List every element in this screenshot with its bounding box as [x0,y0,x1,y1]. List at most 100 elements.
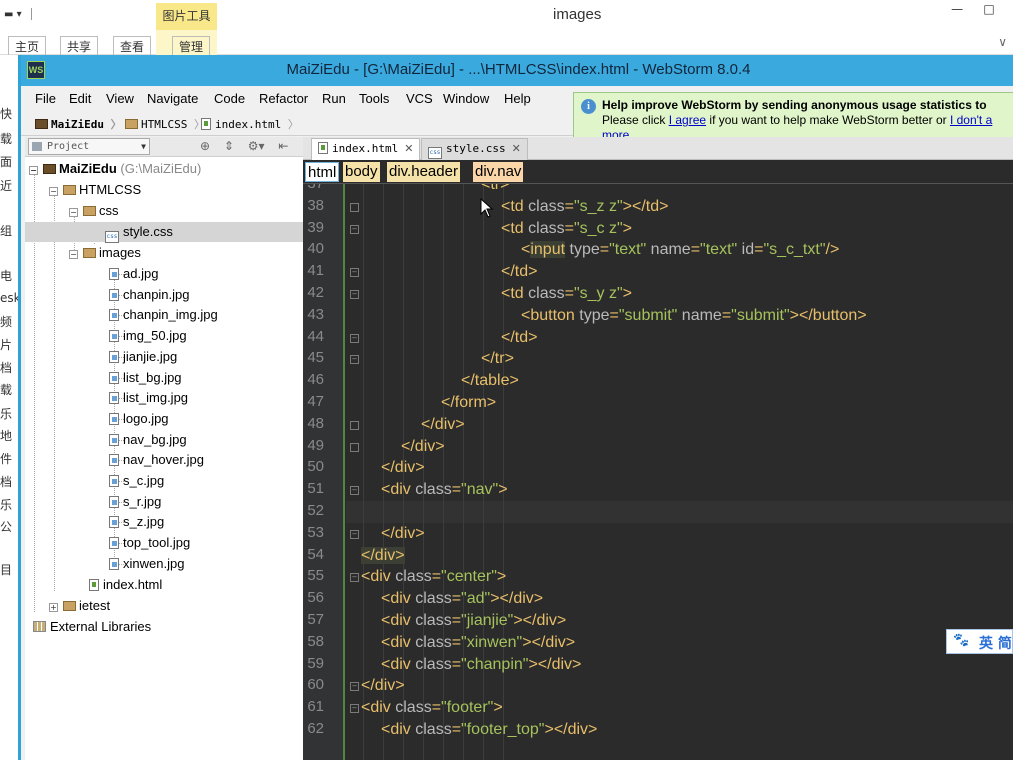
project-view-selector[interactable]: Project ▼ [28,138,150,155]
minimize-icon[interactable]: — [943,2,971,16]
code-line[interactable]: <input type="text" name="text" id="s_c_t… [521,239,839,261]
code-line[interactable]: <div class="footer_top"></div> [381,719,597,741]
tree-file-image[interactable]: chanpin_img.jpg [109,305,218,325]
tree-file-image[interactable]: top_tool.jpg [109,533,190,553]
tree-file-image[interactable]: img_50.jpg [109,326,187,346]
menu-run[interactable]: Run [322,91,346,106]
code-line[interactable]: </div> [381,523,425,545]
fold-marker-icon[interactable]: − [350,682,359,692]
explorer-nav-item[interactable]: esk [0,291,18,305]
code-line[interactable]: <td class="s_z z"></td> [501,196,668,218]
explorer-nav-item[interactable]: 片 [0,336,12,353]
menu-code[interactable]: Code [214,91,245,106]
code-line[interactable]: <td class="s_y z"> [501,283,632,305]
menu-edit[interactable]: Edit [69,91,91,106]
explorer-nav-item[interactable]: 乐 [0,496,12,513]
menu-navigate[interactable]: Navigate [147,91,198,106]
collapse-toggle-icon[interactable]: − [29,166,38,175]
close-tab-icon[interactable]: ✕ [404,142,413,155]
fold-marker-icon[interactable]: − [350,355,359,365]
code-line[interactable]: </div> [361,675,405,697]
explorer-window-buttons[interactable]: — □ [943,2,1003,16]
tree-file-image[interactable]: list_bg.jpg [109,368,182,388]
code-line[interactable]: </div> [361,545,405,567]
scroll-from-source-icon[interactable]: ⊕ [200,139,210,153]
breadcrumb-div-nav[interactable]: div.nav [473,162,524,182]
expand-toggle-icon[interactable]: + [49,603,58,612]
explorer-nav-item[interactable]: 目 [0,561,12,578]
menu-help[interactable]: Help [504,91,531,106]
code-line[interactable]: </td> [501,261,537,283]
explorer-nav-item[interactable]: 地 [0,427,12,444]
tree-file-image[interactable]: chanpin.jpg [109,285,190,305]
code-line[interactable]: </tr> [481,348,514,370]
menu-tools[interactable]: Tools [359,91,389,106]
ime-status-bar[interactable]: 🐾 英 简 [946,629,1013,654]
tree-file-image[interactable]: s_r.jpg [109,492,161,512]
fold-marker-icon[interactable]: − [350,290,359,299]
menu-vcs[interactable]: VCS [406,91,433,106]
tree-external-libraries[interactable]: External Libraries [33,617,151,637]
explorer-nav-item[interactable]: 面 [0,153,12,170]
fold-marker-icon[interactable]: − [350,529,359,539]
explorer-nav-item[interactable]: 近 [0,177,12,194]
tree-file-image[interactable]: ad.jpg [109,264,158,284]
explorer-nav-item[interactable]: 电 [0,267,12,284]
collapse-all-icon[interactable]: ⇕ [224,139,234,153]
code-line[interactable]: <td class="s_c z"> [501,218,632,240]
code-line[interactable]: <div class="jianjie"></div> [381,610,566,632]
collapse-toggle-icon[interactable]: − [49,187,58,196]
breadcrumb-body[interactable]: body [343,162,380,182]
explorer-nav-item[interactable]: 载 [0,381,12,398]
code-line[interactable]: </td> [501,327,537,349]
menu-window[interactable]: Window [443,91,489,106]
quick-access-dropdown-icon[interactable]: ▾ [17,9,22,20]
explorer-nav-item[interactable]: 乐 [0,405,12,422]
code-line[interactable]: <div class="nav"> [381,479,508,501]
tree-folder-ietest[interactable]: + ietest [49,596,110,616]
dont-agree-link[interactable]: I don't a [950,113,992,127]
code-line[interactable]: <div class="chanpin"></div> [381,654,581,676]
breadcrumb-html[interactable]: html [305,162,340,182]
restore-icon[interactable]: □ [975,2,1003,16]
close-tab-icon[interactable]: ✕ [512,142,521,155]
fold-marker-icon[interactable]: − [350,573,359,583]
quick-access-folder-icon[interactable]: ▬ [4,9,13,20]
tree-file-image[interactable]: nav_hover.jpg [109,450,204,470]
code-line[interactable]: <tr> [481,184,509,196]
tree-folder-css[interactable]: − css [69,201,119,221]
explorer-nav-item[interactable]: 组 [0,222,12,239]
fold-marker-icon[interactable] [350,442,359,452]
fold-marker-icon[interactable] [350,202,359,212]
code-line[interactable]: <div class="footer"> [361,697,503,719]
fold-marker-icon[interactable]: − [350,268,359,278]
tab-index-html[interactable]: index.html ✕ [311,138,421,160]
ribbon-expand-icon[interactable]: ∨ [998,35,1007,49]
code-line[interactable]: </div> [381,457,425,479]
explorer-nav-item[interactable]: 载 [0,130,12,147]
settings-gear-icon[interactable]: ⚙▾ [248,139,265,153]
code-line[interactable]: </div> [401,436,445,458]
fold-marker-icon[interactable]: − [350,704,359,714]
tree-file-style-css[interactable]: css style.css [25,222,303,243]
menu-view[interactable]: View [106,91,134,106]
explorer-nav-item[interactable]: 档 [0,359,12,376]
code-line[interactable]: </div> [421,414,465,436]
code-line[interactable]: <div class="center"> [361,566,506,588]
nav-crumb-index[interactable]: index.html 〉 [201,116,299,132]
code-line[interactable]: </form> [441,392,496,414]
collapse-toggle-icon[interactable]: − [69,250,78,259]
explorer-nav-item[interactable]: 频 [0,313,12,330]
code-editor[interactable]: 37 38 39 40 41 42 43 44 45 46 47 48 49 50 51 52 53 54 55 56… [303,184,1013,760]
hide-panel-icon[interactable]: ⇤ [278,139,288,153]
tree-file-image[interactable]: jianjie.jpg [109,347,177,367]
tree-file-index-html[interactable]: index.html [89,575,162,595]
ime-mode-label[interactable]: 英 简 [979,633,1012,653]
fold-marker-icon[interactable] [350,420,359,430]
tree-file-image[interactable]: xinwen.jpg [109,554,184,574]
code-line[interactable]: </table> [461,370,519,392]
fold-marker-icon[interactable]: − [350,486,359,496]
fold-marker-icon[interactable]: − [350,333,359,343]
explorer-nav-item[interactable]: 快 [0,105,12,122]
tab-style-css[interactable]: css style.css ✕ [421,138,528,160]
